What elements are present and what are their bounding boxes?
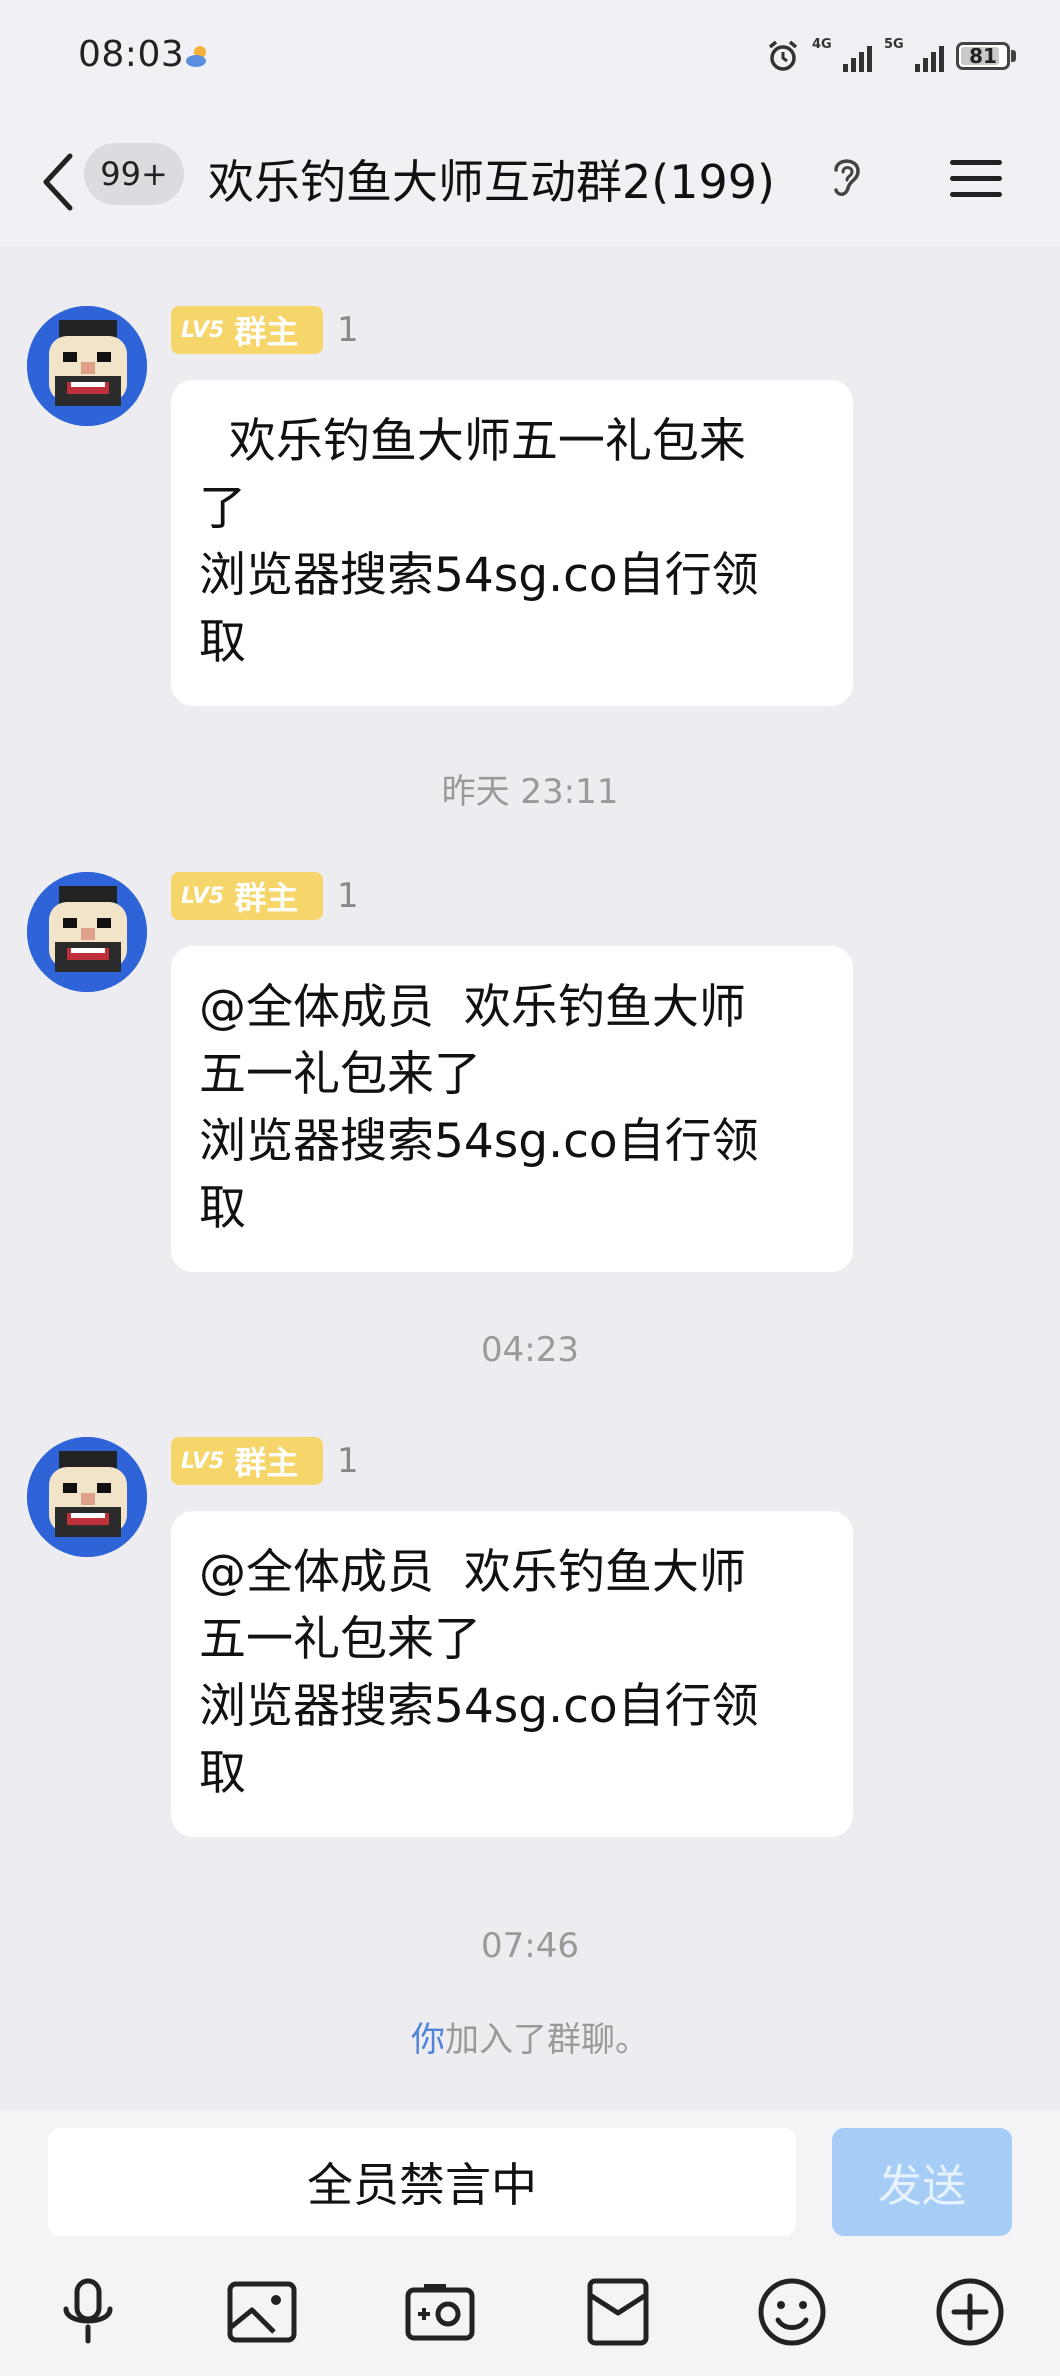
sender-name[interactable]: 1 [337,876,359,916]
ear-icon[interactable] [826,152,866,202]
battery-level: 81 [969,44,997,68]
camera-button[interactable] [400,2272,480,2352]
input-bar: 全员禁言中 发送 [0,2110,1060,2376]
camera-icon [405,2284,475,2341]
more-button[interactable] [930,2272,1010,2352]
back-button[interactable] [30,142,86,222]
level-label: LV5 [181,1448,225,1474]
message-bubble[interactable]: @全体成员 欢乐钓鱼大师 五一礼包来了 浏览器搜索54sg.co自行领 取 [171,1511,853,1837]
avatar[interactable] [27,306,147,426]
alarm-icon [768,40,798,71]
level-label: LV5 [181,883,225,909]
owner-badge: LV5 群主 [171,306,323,354]
role-label: 群主 [234,879,299,917]
signal-5g-label: 5G [884,37,904,52]
signal-5g-icon: 5G [884,36,944,76]
avatar[interactable] [27,1437,147,1557]
status-icons: 4G 5G 81 [766,36,1016,76]
menu-icon-line [950,191,1002,197]
role-label: 群主 [234,313,299,351]
microphone-icon [63,2278,113,2344]
message-bubble[interactable]: @全体成员 欢乐钓鱼大师 五一礼包来了 浏览器搜索54sg.co自行领 取 [171,946,853,1272]
owner-badge: LV5 群主 [171,1437,323,1485]
avatar-image [27,306,147,426]
chat-header: 99+ 欢乐钓鱼大师互动群2(199) [0,112,1060,246]
emoji-icon [758,2278,826,2346]
role-label: 群主 [234,1444,299,1482]
battery-indicator: 81 [956,42,1016,70]
avatar[interactable] [27,872,147,992]
red-packet-button[interactable] [578,2272,658,2352]
weather-icon [186,46,206,67]
menu-icon-line [950,175,1002,181]
image-icon [227,2281,297,2343]
level-label: LV5 [181,317,225,343]
send-button[interactable]: 发送 [832,2128,1012,2236]
owner-badge: LV5 群主 [171,872,323,920]
unread-count-badge[interactable]: 99+ [84,143,184,205]
sender-name[interactable]: 1 [337,1441,359,1481]
message-bubble[interactable]: 欢乐钓鱼大师五一礼包来 了 浏览器搜索54sg.co自行领 取 [171,380,853,706]
chevron-left-icon [43,153,73,211]
muted-input-field: 全员禁言中 [48,2128,796,2236]
group-title[interactable]: 欢乐钓鱼大师互动群2(199) [208,146,775,212]
red-packet-icon [587,2278,649,2346]
timestamp: 04:23 [481,1330,579,1370]
signal-4g-label: 4G [812,37,832,52]
signal-4g-icon: 4G [812,36,872,76]
menu-button[interactable] [946,148,1006,208]
voice-button[interactable] [48,2272,128,2352]
status-time: 08:03 [78,34,185,75]
sender-name[interactable]: 1 [337,310,359,350]
you-link[interactable]: 你 [411,2020,445,2060]
system-notice-text: 加入了群聊。 [445,2020,649,2060]
status-bar: 08:03 4G 5G 81 [0,0,1060,112]
battery-icon: 81 [956,42,1010,70]
plus-icon [936,2278,1004,2346]
emoji-button[interactable] [752,2272,832,2352]
timestamp: 昨天 23:11 [441,772,619,812]
system-notice: 你加入了群聊。 [0,2012,1060,2061]
avatar-image [27,1437,147,1557]
avatar-image [27,872,147,992]
image-button[interactable] [222,2272,302,2352]
menu-icon-line [950,159,1002,165]
timestamp: 07:46 [481,1926,579,1966]
